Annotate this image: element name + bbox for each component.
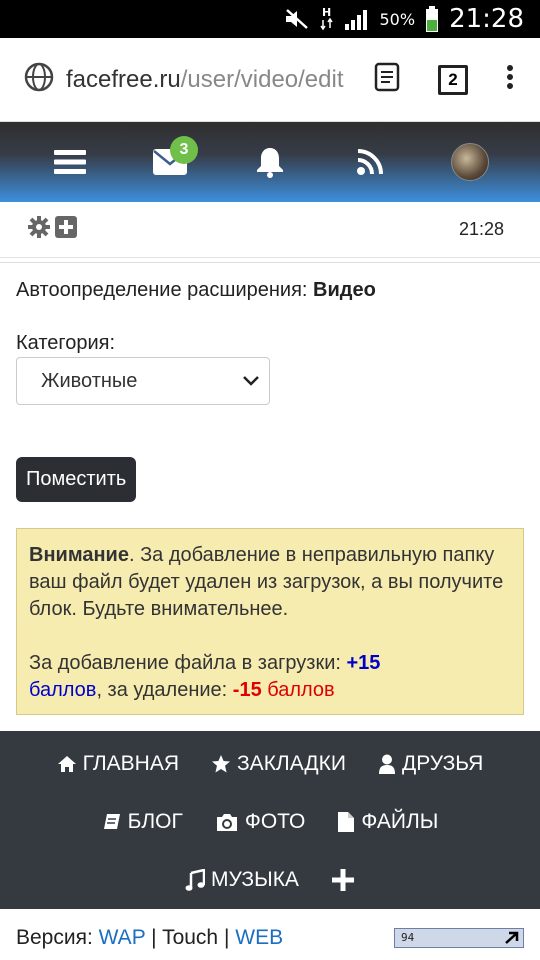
- extension-label: Автоопределение расширения:: [16, 279, 308, 301]
- version-wap-link[interactable]: WAP: [99, 926, 146, 949]
- rss-button[interactable]: [340, 132, 400, 192]
- footer-link-photo-label: ФОТО: [244, 810, 306, 833]
- music-icon: [185, 869, 206, 891]
- browser-toolbar: facefree.ru/user/video/edit 2: [0, 38, 540, 122]
- extension-detection: Автоопределение расширения: Видео: [16, 279, 524, 302]
- camera-icon: [216, 814, 237, 831]
- bell-icon: [257, 148, 283, 178]
- footer-link-photo[interactable]: ФОТО: [199, 810, 322, 834]
- user-icon: [378, 754, 395, 774]
- more-menu-icon[interactable]: [506, 64, 514, 95]
- footer-link-files[interactable]: ФАЙЛЫ: [321, 810, 454, 834]
- notifications-button[interactable]: [240, 132, 300, 192]
- upload-form: Автоопределение расширения: Видео Катего…: [0, 262, 540, 731]
- hamburger-icon: [54, 150, 86, 174]
- footer-link-blog[interactable]: БЛОГ: [86, 810, 199, 834]
- footer-link-music-label: МУЗЫКА: [211, 868, 299, 891]
- footer-nav: ГЛАВНАЯ ЗАКЛАДКИ ДРУЗЬЯ БЛОГ ФОТО ФАЙЛЫ …: [0, 731, 540, 909]
- notice-title: Внимание: [29, 544, 129, 566]
- tool-row: 21:28: [0, 202, 540, 258]
- arrow-up-right-icon: [505, 931, 519, 944]
- warning-notice: Внимание. За добавление в неправильную п…: [16, 528, 524, 715]
- footer-link-bookmarks-label: ЗАКЛАДКИ: [237, 752, 346, 775]
- file-icon: [338, 812, 355, 832]
- svg-text:H: H: [322, 6, 331, 19]
- footer-link-home[interactable]: ГЛАВНАЯ: [41, 752, 195, 776]
- version-web-link[interactable]: WEB: [235, 926, 283, 949]
- category-selected-value: Животные: [41, 369, 138, 392]
- network-type-icon: H: [319, 6, 334, 32]
- star-icon: [212, 755, 230, 773]
- messages-button[interactable]: 3: [140, 132, 200, 192]
- add-icon[interactable]: [54, 215, 78, 244]
- visit-counter[interactable]: 94: [394, 928, 524, 948]
- reader-mode-icon[interactable]: [374, 62, 400, 97]
- site-header: 3: [0, 122, 540, 202]
- status-bar: H 50% 21:28: [0, 0, 540, 38]
- visit-counter-value: 94: [401, 931, 415, 944]
- extension-value: Видео: [313, 279, 376, 301]
- version-bar: Версия: WAP | Touch | WEB 94: [0, 909, 540, 960]
- book-icon: [103, 814, 120, 829]
- footer-link-friends-label: ДРУЗЬЯ: [401, 752, 484, 775]
- address-bar[interactable]: facefree.ru/user/video/edit: [66, 66, 356, 94]
- category-label: Категория:: [16, 332, 116, 354]
- footer-link-blog-label: БЛОГ: [127, 810, 183, 833]
- footer-link-friends[interactable]: ДРУЗЬЯ: [362, 752, 499, 776]
- gear-icon[interactable]: [28, 216, 50, 243]
- version-label: Версия:: [16, 926, 99, 949]
- plus-points-unit: баллов: [29, 679, 97, 701]
- chevron-down-icon: [243, 376, 259, 386]
- version-touch: Touch: [162, 926, 219, 949]
- minus-points-value: -15: [232, 679, 262, 701]
- footer-link-music[interactable]: МУЗЫКА: [169, 868, 315, 892]
- footer-link-files-label: ФАЙЛЫ: [361, 810, 439, 833]
- version-sep-2: |: [218, 926, 236, 949]
- page-clock: 21:28: [458, 219, 504, 239]
- category-select[interactable]: Животные: [16, 357, 270, 405]
- profile-button[interactable]: [440, 132, 500, 192]
- minus-points-unit: баллов: [261, 679, 335, 701]
- url-domain: facefree.ru: [66, 65, 181, 93]
- points-middle: , за удаление:: [96, 679, 233, 701]
- rss-icon: [357, 149, 383, 175]
- status-time: 21:28: [449, 4, 524, 34]
- footer-add-button[interactable]: [315, 868, 371, 892]
- mute-icon: [284, 8, 310, 30]
- tabs-button[interactable]: 2: [438, 64, 468, 95]
- battery-percent: 50%: [379, 9, 416, 29]
- avatar: [451, 143, 489, 181]
- signal-icon: [344, 8, 370, 30]
- points-prefix: За добавление файла в загрузки:: [29, 652, 347, 674]
- home-icon: [57, 756, 76, 772]
- battery-icon: [425, 6, 439, 32]
- menu-button[interactable]: [40, 132, 100, 192]
- plus-points-value: +15: [346, 652, 381, 674]
- globe-icon: [24, 62, 54, 97]
- plus-icon: [331, 869, 354, 891]
- url-path: /user/video/edit: [180, 65, 344, 93]
- submit-button[interactable]: Поместить: [16, 457, 137, 502]
- footer-link-home-label: ГЛАВНАЯ: [82, 752, 179, 775]
- messages-badge: 3: [170, 136, 198, 164]
- footer-link-bookmarks[interactable]: ЗАКЛАДКИ: [195, 752, 362, 776]
- version-sep-1: |: [145, 926, 163, 949]
